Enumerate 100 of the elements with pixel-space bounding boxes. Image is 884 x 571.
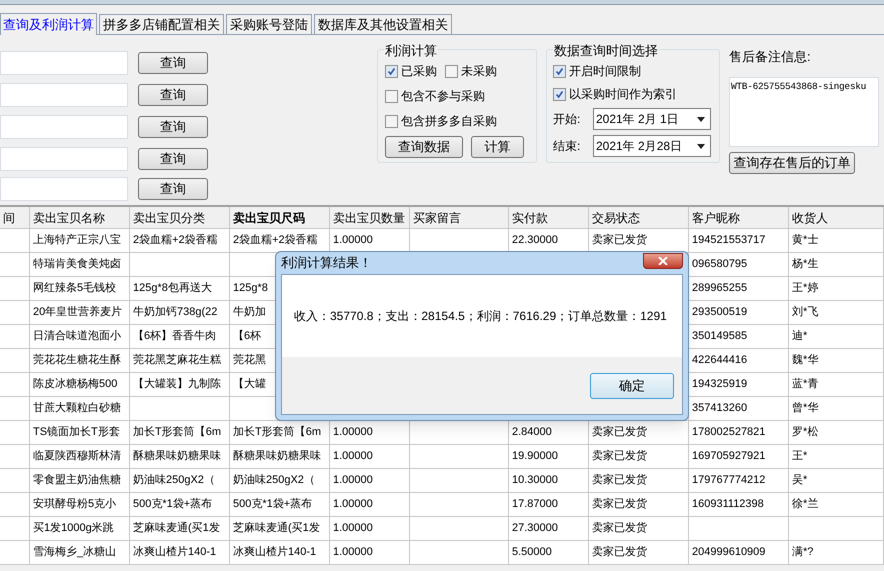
table-cell-text: 500克*1袋+蒸布: [133, 497, 212, 512]
column-header[interactable]: 收货人: [789, 207, 884, 228]
table-cell-text: 奶油味250gX2（: [233, 473, 315, 488]
field-label: 售后备注信息:: [729, 48, 812, 66]
table-cell-text: 卖家已发货: [592, 424, 647, 440]
column-header[interactable]: 买家留言: [410, 207, 509, 228]
checkbox[interactable]: [553, 64, 566, 78]
column-header[interactable]: 实付款: [509, 207, 589, 228]
button[interactable]: 查询: [138, 148, 208, 170]
input-field[interactable]: [0, 83, 128, 107]
table-cell-text: 蓝*青: [792, 377, 818, 392]
table-cell-text: 杨*生: [792, 257, 818, 272]
table-cell-text: 357413260: [692, 401, 748, 416]
tab[interactable]: 拼多多店铺配置相关: [99, 14, 224, 34]
table-cell-text: 1.00000: [333, 497, 373, 512]
button[interactable]: 查询: [138, 116, 208, 138]
table-cell-text: 魏*华: [792, 353, 818, 368]
table-cell-text: 179767774212: [692, 473, 766, 488]
table-cell-text: 20年皇世营养麦片: [33, 304, 122, 320]
dialog-title: 利润计算结果！: [281, 254, 372, 272]
table-cell-text: 1.00000: [333, 233, 373, 248]
date-picker[interactable]: 2021年 2月28日: [593, 135, 711, 157]
table-cell-text: 【大罐装】九制陈: [133, 376, 221, 392]
table-cell-text: 奶油味250gX2（: [133, 473, 215, 488]
table-cell-text: 日清合味道泡面小: [33, 329, 121, 344]
button[interactable]: 查询数据: [385, 136, 463, 158]
table-cell-text: 17.87000: [512, 497, 558, 512]
table-cell-text: 卖家已发货: [592, 544, 647, 560]
table-cell-text: 卖家已发货: [592, 496, 647, 512]
table-cell-text: 1.00000: [333, 425, 373, 440]
table-cell-text: 194521553717: [692, 233, 766, 248]
button[interactable]: 查询: [138, 52, 208, 74]
table-cell-text: 网红辣条5毛钱校: [33, 280, 116, 296]
table-cell-text: 罗*松: [792, 425, 818, 440]
column-header[interactable]: 间: [0, 207, 30, 228]
checkbox[interactable]: [385, 114, 398, 128]
table-cell-text: 096580795: [692, 257, 748, 272]
table-cell-text: 1.00000: [333, 473, 373, 488]
table-cell-text: 芝麻味麦通(买1发: [233, 520, 320, 536]
table-cell-text: TS镜面加长T形套: [33, 425, 120, 440]
button[interactable]: 查询存在售后的订单: [729, 152, 855, 174]
input-field[interactable]: [0, 51, 128, 75]
table-cell-text: 27.30000: [512, 521, 558, 536]
checkbox[interactable]: [385, 64, 398, 78]
table-cell-text: 买1发1000g米跳: [33, 521, 114, 536]
table-cell-text: 2.84000: [512, 425, 552, 440]
table-cell-text: 徐*兰: [792, 496, 818, 512]
input-field[interactable]: [0, 147, 128, 171]
table-cell-text: 王*婷: [792, 281, 818, 296]
field-label: 结束:: [553, 138, 582, 155]
table-cell-text: 临夏陕西穆斯林清: [33, 449, 121, 464]
column-header[interactable]: 交易状态: [589, 207, 689, 228]
table-cell-text: 卖家已发货: [592, 232, 647, 248]
table-cell-text: 1.00000: [333, 521, 373, 536]
tab[interactable]: 数据库及其他设置相关: [314, 14, 452, 34]
note-field[interactable]: WTB-625755543868-singesku: [729, 76, 879, 146]
field-label: 开始:: [553, 111, 582, 128]
table-cell-text: 牛奶加: [233, 305, 266, 320]
table-cell-text: 莞花黑芝麻花生糕: [133, 352, 221, 368]
table-cell-text: 500克*1袋+蒸布: [233, 497, 312, 512]
table-cell-text: 安琪酵母粉5克小: [33, 496, 116, 512]
checkbox-label: 开启时间限制: [569, 63, 641, 80]
button[interactable]: 查询: [138, 84, 208, 106]
button[interactable]: 计算: [471, 136, 524, 158]
tab[interactable]: 查询及利润计算: [0, 13, 97, 35]
table-cell-text: 卖家已发货: [592, 472, 647, 488]
column-header[interactable]: 客户昵称: [689, 207, 789, 228]
column-header[interactable]: 卖出宝贝分类: [130, 207, 230, 228]
checkbox-label: 已采购: [401, 63, 437, 80]
checkbox[interactable]: [553, 88, 566, 100]
table-cell-text: 特瑞肯美食美炖卤: [33, 256, 121, 272]
table-cell-text: 牛奶加钙738g(22: [133, 305, 218, 320]
dialog-message: 收入：35770.8；支出：28154.5；利润：7616.29；订单总数量：1291: [294, 308, 667, 325]
table-cell-text: 125g*8包再送大: [133, 281, 212, 296]
date-picker[interactable]: 2021年 2月 1日: [593, 108, 711, 130]
table-cell-text: 10.30000: [512, 473, 558, 488]
close-button[interactable]: [643, 253, 683, 269]
table-cell-text: 2袋血糯+2袋香糯: [233, 232, 318, 248]
table-cell-text: 零食盟主奶油焦糖: [33, 472, 121, 488]
table-cell-text: 【6杯】香香牛肉: [133, 328, 216, 344]
caret-icon: [697, 116, 705, 122]
column-header[interactable]: 卖出宝贝数量: [330, 207, 410, 228]
checkbox-label: 包含拼多多自采购: [401, 113, 497, 130]
table-cell-text: 冰爽山楂片140-1: [133, 545, 216, 560]
table-cell-text: 雪海梅乡_冰糖山: [33, 545, 116, 560]
input-field[interactable]: [0, 177, 128, 201]
button[interactable]: 查询: [138, 178, 208, 200]
ok-button[interactable]: 确定: [590, 372, 674, 398]
column-header[interactable]: 卖出宝贝尺码: [230, 207, 330, 228]
table-cell-text: 1.00000: [333, 545, 373, 560]
input-field[interactable]: [0, 115, 128, 139]
checkbox[interactable]: [445, 64, 458, 78]
table-cell-text: 289965255: [692, 281, 748, 296]
table-cell-text: 19.90000: [512, 449, 558, 464]
close-icon: [658, 257, 668, 265]
checkbox-label: 以采购时间作为索引: [569, 86, 677, 103]
checkbox[interactable]: [385, 90, 398, 102]
table-cell-text: 王*: [792, 449, 808, 464]
tab[interactable]: 采购账号登陆: [226, 14, 312, 34]
column-header[interactable]: 卖出宝贝名称: [30, 207, 130, 228]
